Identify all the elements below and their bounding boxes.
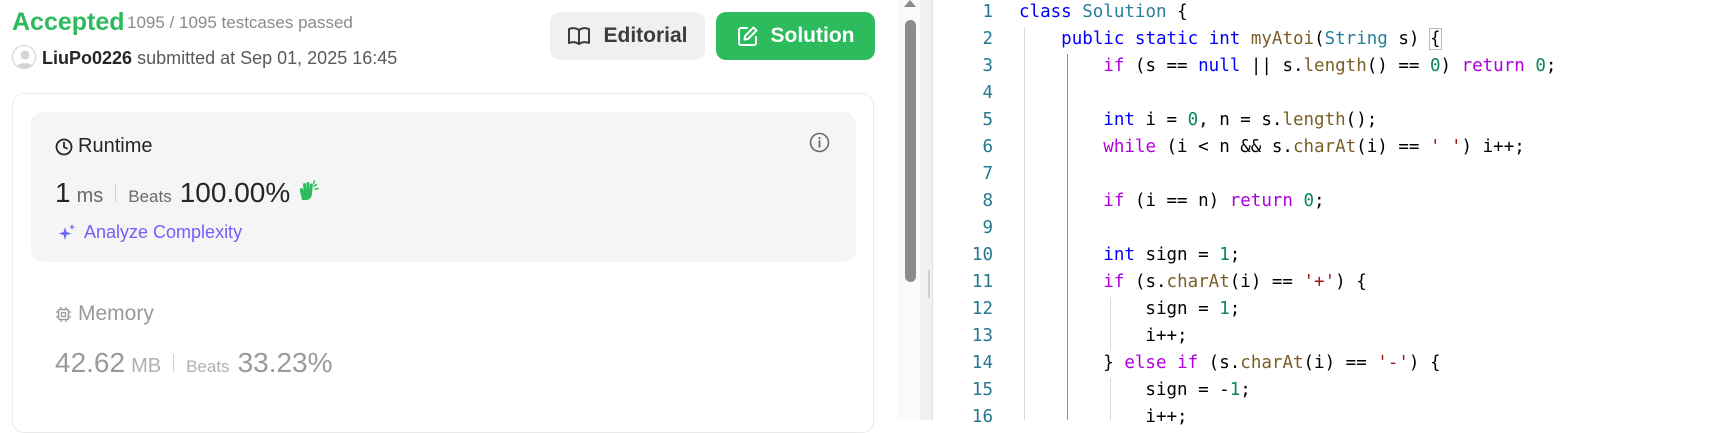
line-number: 3: [982, 56, 993, 76]
line-number: 4: [982, 83, 993, 103]
resize-grip-icon[interactable]: [928, 270, 930, 298]
submitted-time: submitted at Sep 01, 2025 16:45: [137, 48, 398, 68]
line-number: 14: [971, 353, 993, 373]
clock-icon: [55, 138, 73, 155]
scrollbar-thumb[interactable]: [905, 20, 916, 282]
clapping-hands-icon: [297, 179, 320, 207]
line-number: 7: [982, 164, 993, 184]
line-number: 5: [982, 110, 993, 130]
runtime-title: Runtime: [55, 135, 152, 158]
code-editor[interactable]: 1 2 3 4 5 6 7 8 9 10 11 12 13 14 15 16 c…: [933, 0, 1724, 427]
line-number: 16: [971, 407, 993, 427]
divider: [173, 354, 175, 372]
runtime-value: 1: [55, 177, 71, 208]
analyze-complexity-label: Analyze Complexity: [84, 222, 243, 242]
avatar[interactable]: [12, 45, 36, 69]
memory-title: Memory: [55, 302, 154, 326]
panel-resize-divider[interactable]: [920, 0, 933, 420]
memory-value: 42.62: [55, 347, 126, 378]
code-line[interactable]: i++;: [1019, 323, 1187, 350]
memory-unit: MB: [131, 355, 162, 377]
line-number: 11: [971, 272, 993, 292]
submission-meta: LiuPo0226 submitted at Sep 01, 2025 16:4…: [42, 48, 397, 69]
analyze-complexity-link[interactable]: Analyze Complexity: [57, 222, 242, 243]
code-line[interactable]: if (s.charAt(i) == '+') {: [1019, 269, 1366, 296]
line-number: 9: [982, 218, 993, 238]
sparkle-icon: [58, 223, 75, 240]
line-number: 15: [971, 380, 993, 400]
code-line[interactable]: } else if (s.charAt(i) == '-') {: [1019, 350, 1440, 377]
line-number: 2: [982, 29, 993, 49]
chip-icon: [56, 306, 71, 322]
memory-values[interactable]: 42.62 MB Beats 33.23%: [55, 347, 333, 379]
runtime-beats-percent: 100.00%: [179, 177, 291, 208]
memory-beats-label: Beats: [186, 357, 230, 376]
book-open-icon: [567, 26, 591, 46]
line-number: 8: [982, 191, 993, 211]
code-line[interactable]: i++;: [1019, 404, 1187, 431]
editorial-label: Editorial: [603, 24, 688, 47]
code-line[interactable]: if (s == null || s.length() == 0) return…: [1019, 53, 1556, 80]
code-line[interactable]: sign = -1;: [1019, 377, 1250, 404]
editorial-button[interactable]: Editorial: [550, 12, 705, 60]
runtime-beats-label: Beats: [128, 187, 172, 206]
line-number: 1: [982, 2, 993, 22]
code-line[interactable]: while (i < n && s.charAt(i) == ' ') i++;: [1019, 134, 1524, 161]
code-line[interactable]: if (i == n) return 0;: [1019, 188, 1324, 215]
divider: [115, 184, 117, 202]
line-number: 12: [971, 299, 993, 319]
line-number: 13: [971, 326, 993, 346]
code-line[interactable]: int sign = 1;: [1019, 242, 1240, 269]
info-icon[interactable]: [809, 132, 830, 158]
line-number: 6: [982, 137, 993, 157]
scroll-up-arrow-icon[interactable]: [904, 0, 916, 7]
code-line[interactable]: public static int myAtoi(String s) {: [1019, 26, 1442, 53]
edit-icon: [737, 25, 759, 47]
solution-label: Solution: [770, 24, 855, 47]
runtime-title-label: Runtime: [78, 135, 153, 157]
author-link[interactable]: LiuPo0226: [42, 48, 132, 68]
testcases-passed: 1095 / 1095 testcases passed: [127, 13, 353, 32]
submission-status: Accepted: [12, 8, 125, 36]
code-line[interactable]: sign = 1;: [1019, 296, 1240, 323]
solution-button[interactable]: Solution: [716, 12, 875, 60]
code-line[interactable]: class Solution {: [1019, 0, 1188, 26]
submission-panel: Accepted 1095 / 1095 testcases passed Li…: [0, 0, 900, 433]
runtime-unit: ms: [76, 185, 104, 207]
runtime-values: 1 ms Beats 100.00%: [55, 177, 320, 209]
user-icon: [16, 50, 34, 68]
line-number: 10: [971, 245, 993, 265]
code-line[interactable]: int i = 0, n = s.length();: [1019, 107, 1377, 134]
memory-beats-percent: 33.23%: [237, 347, 333, 378]
memory-title-label: Memory: [78, 302, 154, 325]
